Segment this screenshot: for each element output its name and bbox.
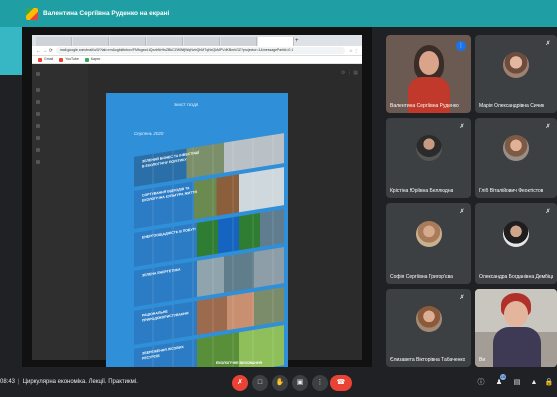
participant-tile[interactable]: ✗ Олександра Богданівна Дембіцька [475, 203, 557, 284]
browser-tab [36, 37, 72, 46]
participant-name: Єлизавета Вікторівна Табаченко [390, 357, 466, 363]
participant-name: Крістіна Юріївна Беллюдна [390, 188, 454, 194]
avatar [415, 220, 442, 247]
gmail-folder [36, 134, 84, 141]
participant-name: Ви [479, 357, 486, 363]
gmail-folder [36, 158, 84, 165]
camera-off-icon[interactable]: □ [252, 375, 268, 391]
participant-tile[interactable]: ✗ Гліб Віталійович Феоктістов [475, 118, 557, 198]
lock-icon[interactable]: 🔒 [544, 378, 554, 388]
brochure-header: ЗМІСТ ПОДІЇ [174, 102, 198, 107]
avatar [503, 51, 529, 78]
shared-browser-window: + ← → ⟳ mail.google.com/mail/u/0/?tab=rm… [32, 35, 362, 367]
browser-tab [147, 37, 183, 46]
mic-off-icon: ✗ [459, 295, 465, 301]
gmail-folder [36, 146, 84, 153]
participant-name: Олександра Богданівна Дембіцька [479, 274, 553, 280]
new-tab-icon: + [295, 38, 299, 44]
back-forward-icon: ← → ⟳ [36, 47, 53, 54]
meeting-controls-bar: 08:43 | Циркулярна економіка. Лекції. Прак… [0, 370, 557, 397]
bookmark-item: Карти [84, 57, 100, 62]
participant-name: Гліб Віталійович Феоктістов [479, 188, 544, 194]
meeting-time: 08:43 [0, 379, 16, 385]
shared-screen: + ← → ⟳ mail.google.com/mail/u/0/?tab=rm… [22, 27, 372, 367]
browser-tab [110, 37, 146, 46]
bookmark-item: Gmail [38, 57, 53, 62]
avatar [503, 135, 529, 162]
mic-off-icon: ✗ [545, 124, 551, 130]
browser-tab [184, 37, 220, 46]
browser-tab [221, 37, 257, 46]
brochure-footer-caption: ЕКОЛОГІЧНЕ ВИХОВАННЯ [216, 361, 262, 365]
mic-off-icon: ✗ [545, 41, 551, 47]
address-bar: ← → ⟳ mail.google.com/mail/u/0/?tab=rm&o… [32, 46, 362, 56]
gmail-folder [36, 86, 84, 93]
bookmark-item: YouTube [59, 57, 79, 62]
participant-tile[interactable]: ✗ Крістіна Юріївна Беллюдна [386, 118, 471, 198]
bookmark-icon [59, 57, 64, 62]
participant-name: Марія Олександрівна Сичик [479, 103, 545, 109]
gmail-compose [36, 70, 84, 77]
meeting-info: 08:43 | Циркулярна економіка. Лекції. Прак… [0, 379, 138, 385]
gmail-folder [36, 122, 84, 129]
brochure-preview: ЗМІСТ ПОДІЇ Серпень 2020 Зелений бізнес … [106, 93, 288, 367]
brochure-date: Серпень 2020 [134, 131, 164, 136]
gmail-folder [36, 98, 84, 105]
gmail-folder [36, 110, 84, 117]
url-text: mail.google.com/mail/u/0/?tab=rm&ogbl#in… [55, 47, 346, 54]
avatar [415, 305, 442, 332]
present-icon[interactable]: ▣ [292, 375, 308, 391]
browser-tabs: + [32, 35, 362, 46]
participant-name: Валентина Сергіївна Руденко [390, 103, 459, 109]
presenting-title: Валентина Сергіївна Руденко на екрані [43, 10, 170, 17]
meet-logo-icon [26, 7, 38, 20]
people-count-badge: 10 [500, 374, 506, 380]
participant-tile[interactable]: ✗ Марія Олександрівна Сичик [475, 35, 557, 113]
avatar [503, 220, 529, 247]
gmail-toolbar-icons: ⚙ ⋮ ▦ [341, 70, 358, 76]
browser-tab-active [258, 37, 294, 46]
mic-off-icon: ✗ [459, 124, 465, 130]
bookmark-icon [84, 57, 89, 62]
speaking-indicator-icon: ⋮ [456, 41, 466, 51]
browser-tools-icon: ☆ ⋮ [349, 48, 358, 53]
mic-off-icon: ✗ [459, 209, 465, 215]
activities-icon[interactable]: ▲ [529, 378, 539, 388]
browser-tab [73, 37, 109, 46]
participant-tile[interactable]: ✗ Єлизавета Вікторівна Табаченко [386, 289, 471, 367]
participant-name: Софія Сергіївна Григор'єва [390, 274, 453, 280]
more-vert-icon[interactable]: ⋮ [312, 375, 328, 391]
call-end-icon[interactable]: ☎ [330, 375, 352, 391]
participant-tile-self[interactable]: Ви [475, 289, 557, 367]
participant-tile[interactable]: ✗ Софія Сергіївна Григор'єва [386, 203, 471, 284]
gmail-sidebar [32, 64, 88, 360]
mic-off-icon: ✗ [545, 209, 551, 215]
raise-hand-icon[interactable]: ✋ [272, 375, 288, 391]
avatar [415, 135, 442, 162]
mic-off-icon[interactable]: ✗ [232, 375, 248, 391]
chat-icon[interactable]: ▤ [512, 378, 522, 388]
bookmark-icon [38, 57, 42, 62]
meeting-title: Циркулярна економіка. Лекції. Практикмі. [22, 379, 138, 385]
participant-tile-speaker[interactable]: ⋮ Валентина Сергіївна Руденко [386, 35, 471, 113]
bookmarks-bar: Gmail YouTube Карти [32, 56, 362, 64]
info-icon[interactable]: ⓘ [476, 378, 486, 388]
presenting-bar: Валентина Сергіївна Руденко на екрані [0, 0, 557, 27]
